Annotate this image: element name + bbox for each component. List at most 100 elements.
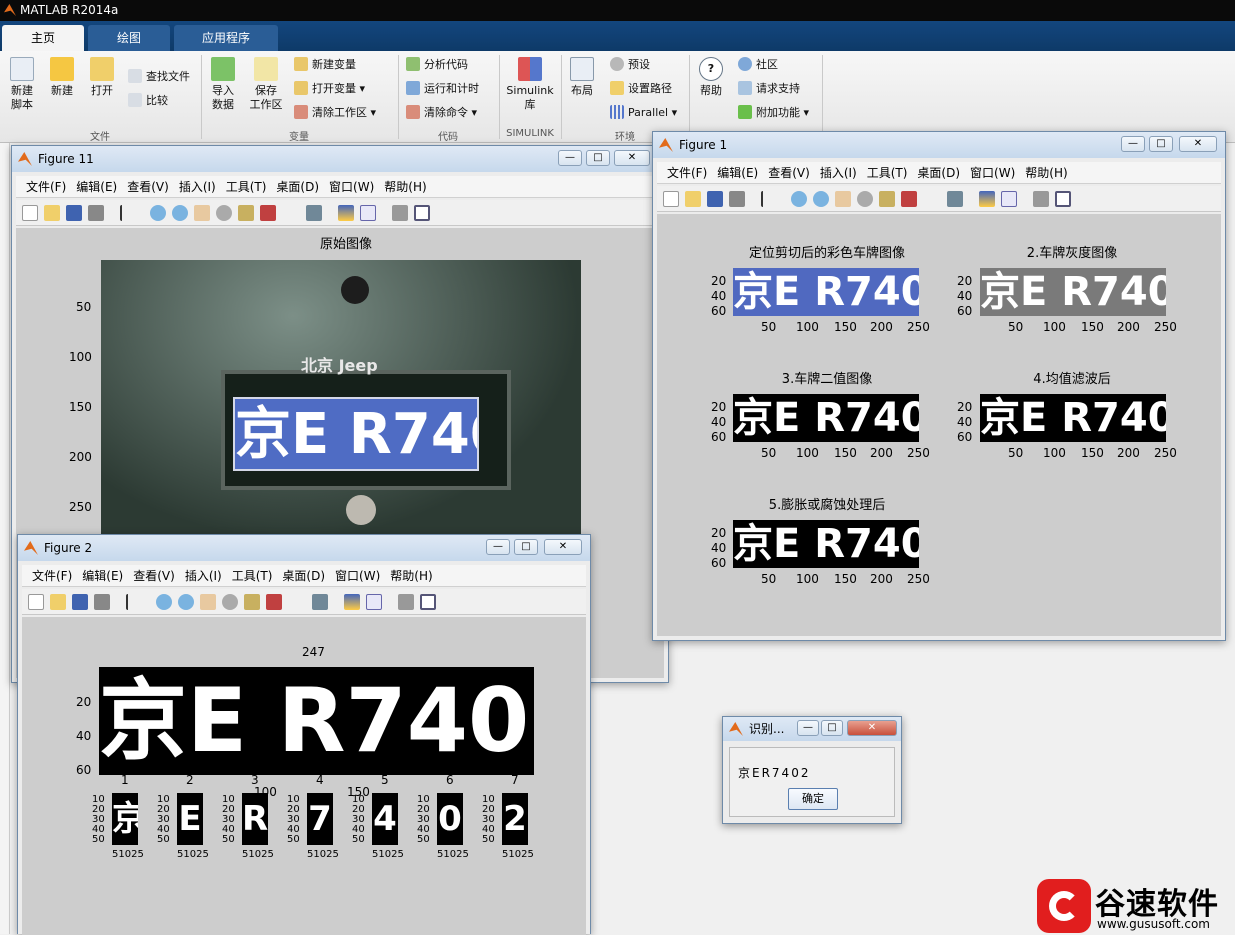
menu-desktop[interactable]: 桌面(D): [282, 565, 325, 587]
new-script-button[interactable]: 新建 脚本: [6, 57, 38, 112]
colorbar-icon[interactable]: [979, 191, 995, 207]
link-icon[interactable]: [312, 594, 328, 610]
addons-button[interactable]: 附加功能 ▾: [738, 105, 809, 121]
minimize-button[interactable]: —: [1121, 136, 1145, 152]
maximize-button[interactable]: □: [586, 150, 610, 166]
menu-edit[interactable]: 编辑(E): [717, 162, 758, 184]
menu-view[interactable]: 查看(V): [127, 176, 169, 198]
close-button[interactable]: ✕: [614, 150, 650, 166]
hide-plot-tools-icon[interactable]: [398, 594, 414, 610]
minimize-button[interactable]: —: [797, 720, 819, 736]
ok-button[interactable]: 确定: [788, 788, 838, 810]
hide-plot-tools-icon[interactable]: [392, 205, 408, 221]
open-file-icon[interactable]: [50, 594, 66, 610]
pan-icon[interactable]: [200, 594, 216, 610]
show-plot-tools-icon[interactable]: [420, 594, 436, 610]
minimize-button[interactable]: —: [558, 150, 582, 166]
data-cursor-icon[interactable]: [238, 205, 254, 221]
menu-insert[interactable]: 插入(I): [185, 565, 222, 587]
zoom-out-icon[interactable]: [178, 594, 194, 610]
minimize-button[interactable]: —: [486, 539, 510, 555]
menu-edit[interactable]: 编辑(E): [82, 565, 123, 587]
brush-icon[interactable]: [260, 205, 276, 221]
close-button[interactable]: ✕: [544, 539, 582, 555]
menu-window[interactable]: 窗口(W): [329, 176, 374, 198]
menu-desktop[interactable]: 桌面(D): [917, 162, 960, 184]
community-button[interactable]: 社区: [738, 57, 778, 73]
zoom-in-icon[interactable]: [150, 205, 166, 221]
legend-icon[interactable]: [360, 205, 376, 221]
menu-window[interactable]: 窗口(W): [970, 162, 1015, 184]
menu-file[interactable]: 文件(F): [26, 176, 66, 198]
open-button[interactable]: 打开: [86, 57, 118, 98]
find-files-button[interactable]: 查找文件: [128, 69, 190, 85]
close-button[interactable]: ✕: [847, 720, 897, 736]
show-plot-tools-icon[interactable]: [414, 205, 430, 221]
maximize-button[interactable]: □: [514, 539, 538, 555]
layout-button[interactable]: 布局: [566, 57, 598, 98]
import-data-button[interactable]: 导入 数据: [206, 57, 240, 112]
new-figure-icon[interactable]: [663, 191, 679, 207]
menu-desktop[interactable]: 桌面(D): [276, 176, 319, 198]
zoom-out-icon[interactable]: [172, 205, 188, 221]
rotate-icon[interactable]: [857, 191, 873, 207]
new-variable-button[interactable]: 新建变量: [294, 57, 356, 73]
print-icon[interactable]: [88, 205, 104, 221]
open-variable-button[interactable]: 打开变量 ▾: [294, 81, 365, 97]
menu-tools[interactable]: 工具(T): [232, 565, 273, 587]
help-button[interactable]: ? 帮助: [696, 57, 726, 98]
tab-apps[interactable]: 应用程序: [174, 25, 278, 51]
menu-view[interactable]: 查看(V): [133, 565, 175, 587]
menu-view[interactable]: 查看(V): [768, 162, 810, 184]
show-plot-tools-icon[interactable]: [1055, 191, 1071, 207]
close-button[interactable]: ✕: [1179, 136, 1217, 152]
zoom-in-icon[interactable]: [791, 191, 807, 207]
figure-11-titlebar[interactable]: Figure 11 — □ ✕: [12, 146, 668, 172]
link-icon[interactable]: [306, 205, 322, 221]
tab-home[interactable]: 主页: [2, 25, 84, 51]
figure-1-titlebar[interactable]: Figure 1 — □ ✕: [653, 132, 1225, 158]
zoom-out-icon[interactable]: [813, 191, 829, 207]
menu-insert[interactable]: 插入(I): [820, 162, 857, 184]
new-button[interactable]: 新建: [46, 57, 78, 98]
pan-icon[interactable]: [194, 205, 210, 221]
menu-insert[interactable]: 插入(I): [179, 176, 216, 198]
zoom-in-icon[interactable]: [156, 594, 172, 610]
link-icon[interactable]: [947, 191, 963, 207]
maximize-button[interactable]: □: [821, 720, 843, 736]
dialog-titlebar[interactable]: 识别... — □ ✕: [723, 717, 901, 741]
menu-help[interactable]: 帮助(H): [1025, 162, 1067, 184]
preferences-button[interactable]: 预设: [610, 57, 650, 73]
run-and-time-button[interactable]: 运行和计时: [406, 81, 479, 97]
rotate-icon[interactable]: [216, 205, 232, 221]
save-icon[interactable]: [66, 205, 82, 221]
tab-plots[interactable]: 绘图: [88, 25, 170, 51]
simulink-library-button[interactable]: Simulink 库: [504, 57, 556, 112]
open-file-icon[interactable]: [685, 191, 701, 207]
menu-tools[interactable]: 工具(T): [226, 176, 267, 198]
brush-icon[interactable]: [901, 191, 917, 207]
menu-help[interactable]: 帮助(H): [390, 565, 432, 587]
clear-workspace-button[interactable]: 清除工作区 ▾: [294, 105, 376, 121]
print-icon[interactable]: [729, 191, 745, 207]
menu-tools[interactable]: 工具(T): [867, 162, 908, 184]
save-workspace-button[interactable]: 保存 工作区: [246, 57, 286, 112]
data-cursor-icon[interactable]: [879, 191, 895, 207]
pan-icon[interactable]: [835, 191, 851, 207]
menu-file[interactable]: 文件(F): [667, 162, 707, 184]
pointer-icon[interactable]: [120, 205, 136, 221]
menu-edit[interactable]: 编辑(E): [76, 176, 117, 198]
set-path-button[interactable]: 设置路径: [610, 81, 672, 97]
rotate-icon[interactable]: [222, 594, 238, 610]
maximize-button[interactable]: □: [1149, 136, 1173, 152]
menu-help[interactable]: 帮助(H): [384, 176, 426, 198]
hide-plot-tools-icon[interactable]: [1033, 191, 1049, 207]
figure-2-titlebar[interactable]: Figure 2 — □ ✕: [18, 535, 590, 561]
parallel-button[interactable]: Parallel ▾: [610, 105, 677, 121]
menu-file[interactable]: 文件(F): [32, 565, 72, 587]
colorbar-icon[interactable]: [344, 594, 360, 610]
analyze-code-button[interactable]: 分析代码: [406, 57, 468, 73]
new-figure-icon[interactable]: [22, 205, 38, 221]
new-figure-icon[interactable]: [28, 594, 44, 610]
print-icon[interactable]: [94, 594, 110, 610]
